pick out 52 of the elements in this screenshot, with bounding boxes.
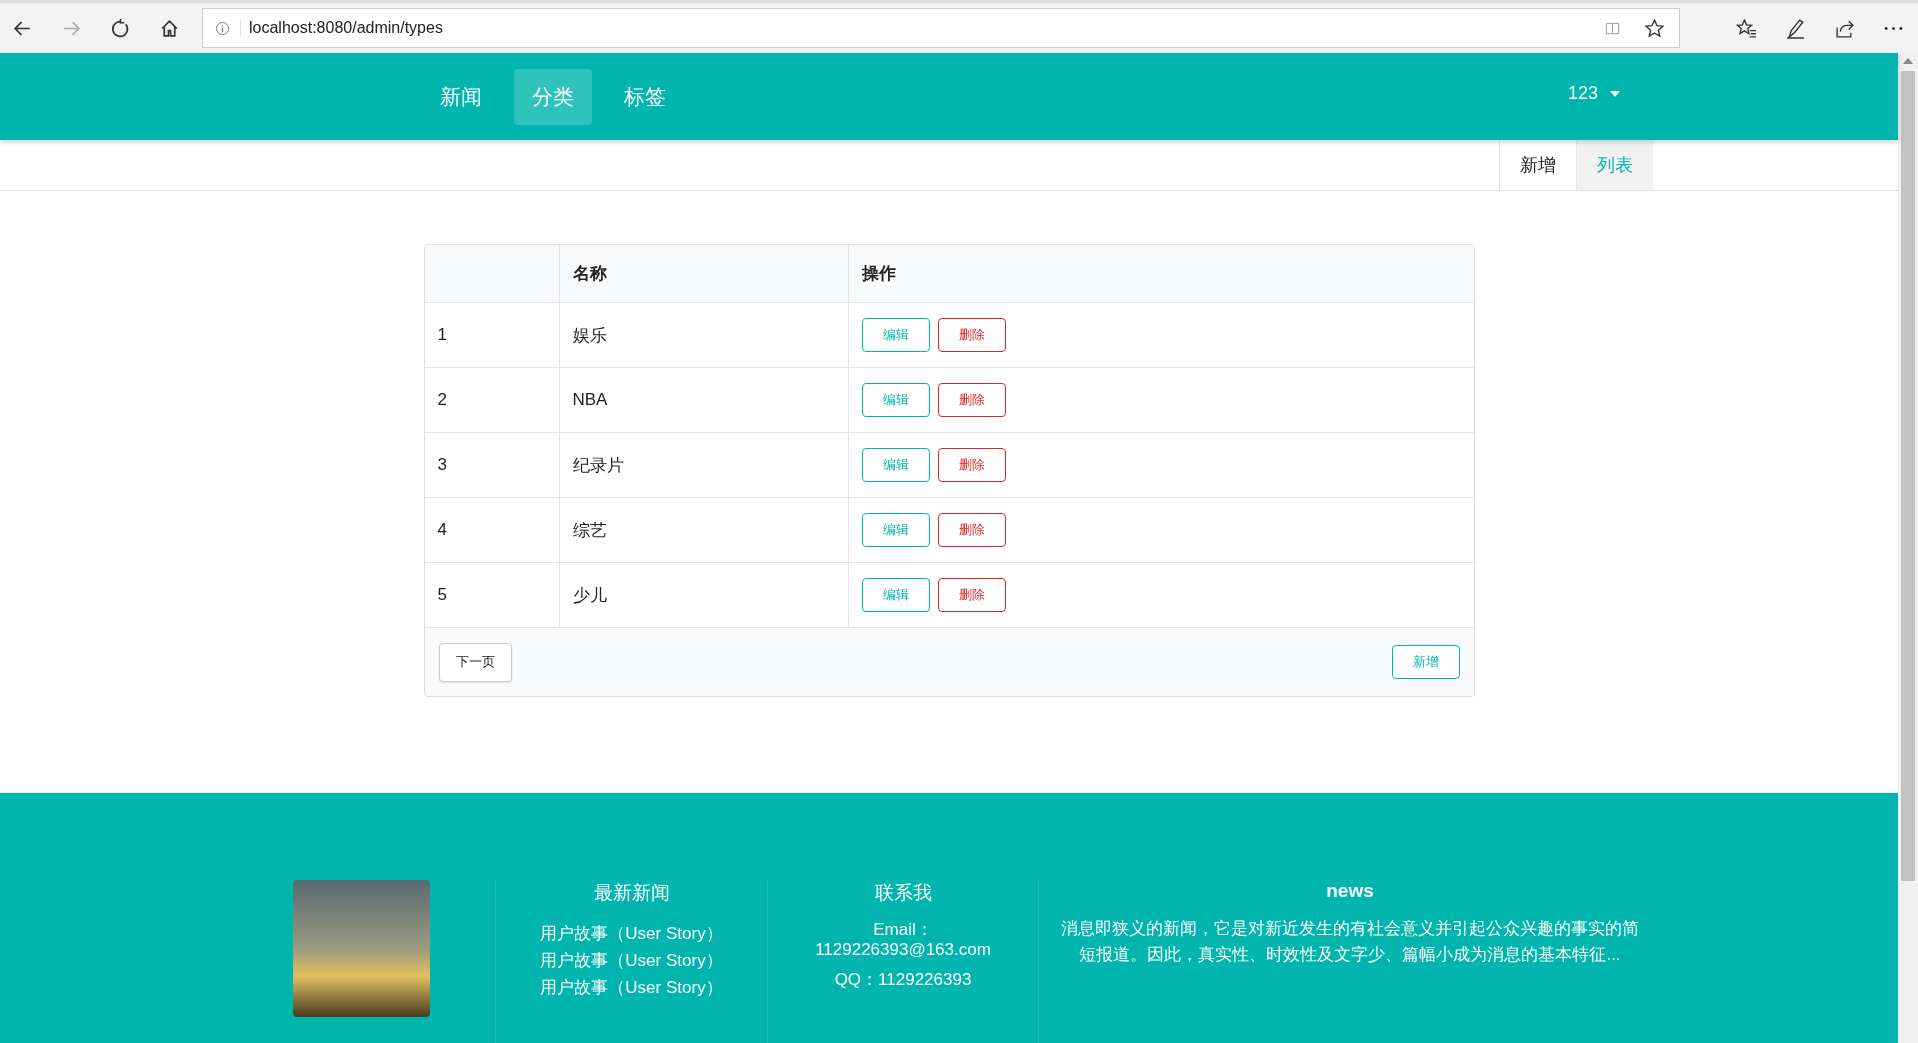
- table-cell: 4: [424, 498, 560, 562]
- table-cell: 纪录片: [559, 433, 849, 497]
- scroll-up-icon[interactable]: [1903, 58, 1913, 64]
- home-icon[interactable]: [159, 17, 180, 39]
- delete-button[interactable]: 删除: [937, 578, 1006, 612]
- delete-button[interactable]: 删除: [937, 448, 1006, 482]
- news-link[interactable]: 用户故事（User Story）: [540, 920, 723, 947]
- nav-tab[interactable]: 新闻: [422, 68, 500, 125]
- favorites-icon[interactable]: [1736, 17, 1757, 39]
- contact-text: 1129226393@163.com: [815, 940, 991, 960]
- info-icon: [215, 20, 230, 36]
- table-cell: 综艺: [559, 498, 849, 562]
- edit-button[interactable]: 编辑: [861, 578, 930, 612]
- url-text: localhost:8080/admin/types: [240, 19, 443, 37]
- scrollbar-thumb[interactable]: [1901, 71, 1915, 881]
- footer-heading: 最新新闻: [593, 881, 670, 905]
- reading-view-icon[interactable]: [1605, 20, 1620, 36]
- delete-button[interactable]: 删除: [937, 318, 1006, 352]
- user-menu[interactable]: 123: [1567, 83, 1620, 104]
- table-cell: 1: [424, 303, 560, 367]
- star-icon[interactable]: [1644, 17, 1665, 39]
- refresh-icon[interactable]: [110, 17, 131, 39]
- caret-icon: [1610, 90, 1620, 97]
- contact-text: Email：: [873, 920, 933, 940]
- address-bar[interactable]: localhost:8080/admin/types: [202, 8, 1680, 48]
- column-header: 名称: [559, 245, 849, 302]
- edit-button[interactable]: 编辑: [861, 448, 930, 482]
- footer-heading: 联系我: [874, 881, 932, 905]
- next-page-button[interactable]: 下一页: [438, 642, 512, 682]
- news-link[interactable]: 用户故事（User Story）: [540, 947, 723, 974]
- delete-button[interactable]: 删除: [937, 383, 1006, 417]
- table-cell: 娱乐: [559, 303, 849, 367]
- edit-button[interactable]: 编辑: [861, 318, 930, 352]
- contact-text: QQ：1129226393: [834, 969, 972, 991]
- delete-button[interactable]: 删除: [937, 513, 1006, 547]
- table-cell: 2: [424, 368, 560, 432]
- about-text: 消息即狭义的新闻，它是对新近发生的有社会意义并引起公众兴趣的事实的简短报道。因此，真实性、时效性及文字少、篇幅小成为消息的基本特征...: [1060, 918, 1640, 966]
- scrollbar[interactable]: [1898, 53, 1918, 1043]
- table-cell: NBA: [559, 368, 849, 432]
- edit-button[interactable]: 编辑: [861, 513, 930, 547]
- table-cell: 3: [424, 433, 560, 497]
- pen-icon[interactable]: [1785, 17, 1806, 39]
- news-link[interactable]: 用户故事（User Story）: [540, 974, 723, 1001]
- table-cell: 5: [424, 563, 560, 627]
- nav-tab[interactable]: 分类: [514, 68, 592, 125]
- column-header: 操作: [860, 263, 897, 285]
- add-button[interactable]: 新增: [1391, 645, 1460, 679]
- table-cell: 少儿: [559, 563, 849, 627]
- edit-button[interactable]: 编辑: [861, 383, 930, 417]
- submenu-tab[interactable]: 列表: [1576, 140, 1653, 190]
- footer-heading: news: [1326, 880, 1374, 902]
- nav-tab[interactable]: 标签: [606, 68, 684, 125]
